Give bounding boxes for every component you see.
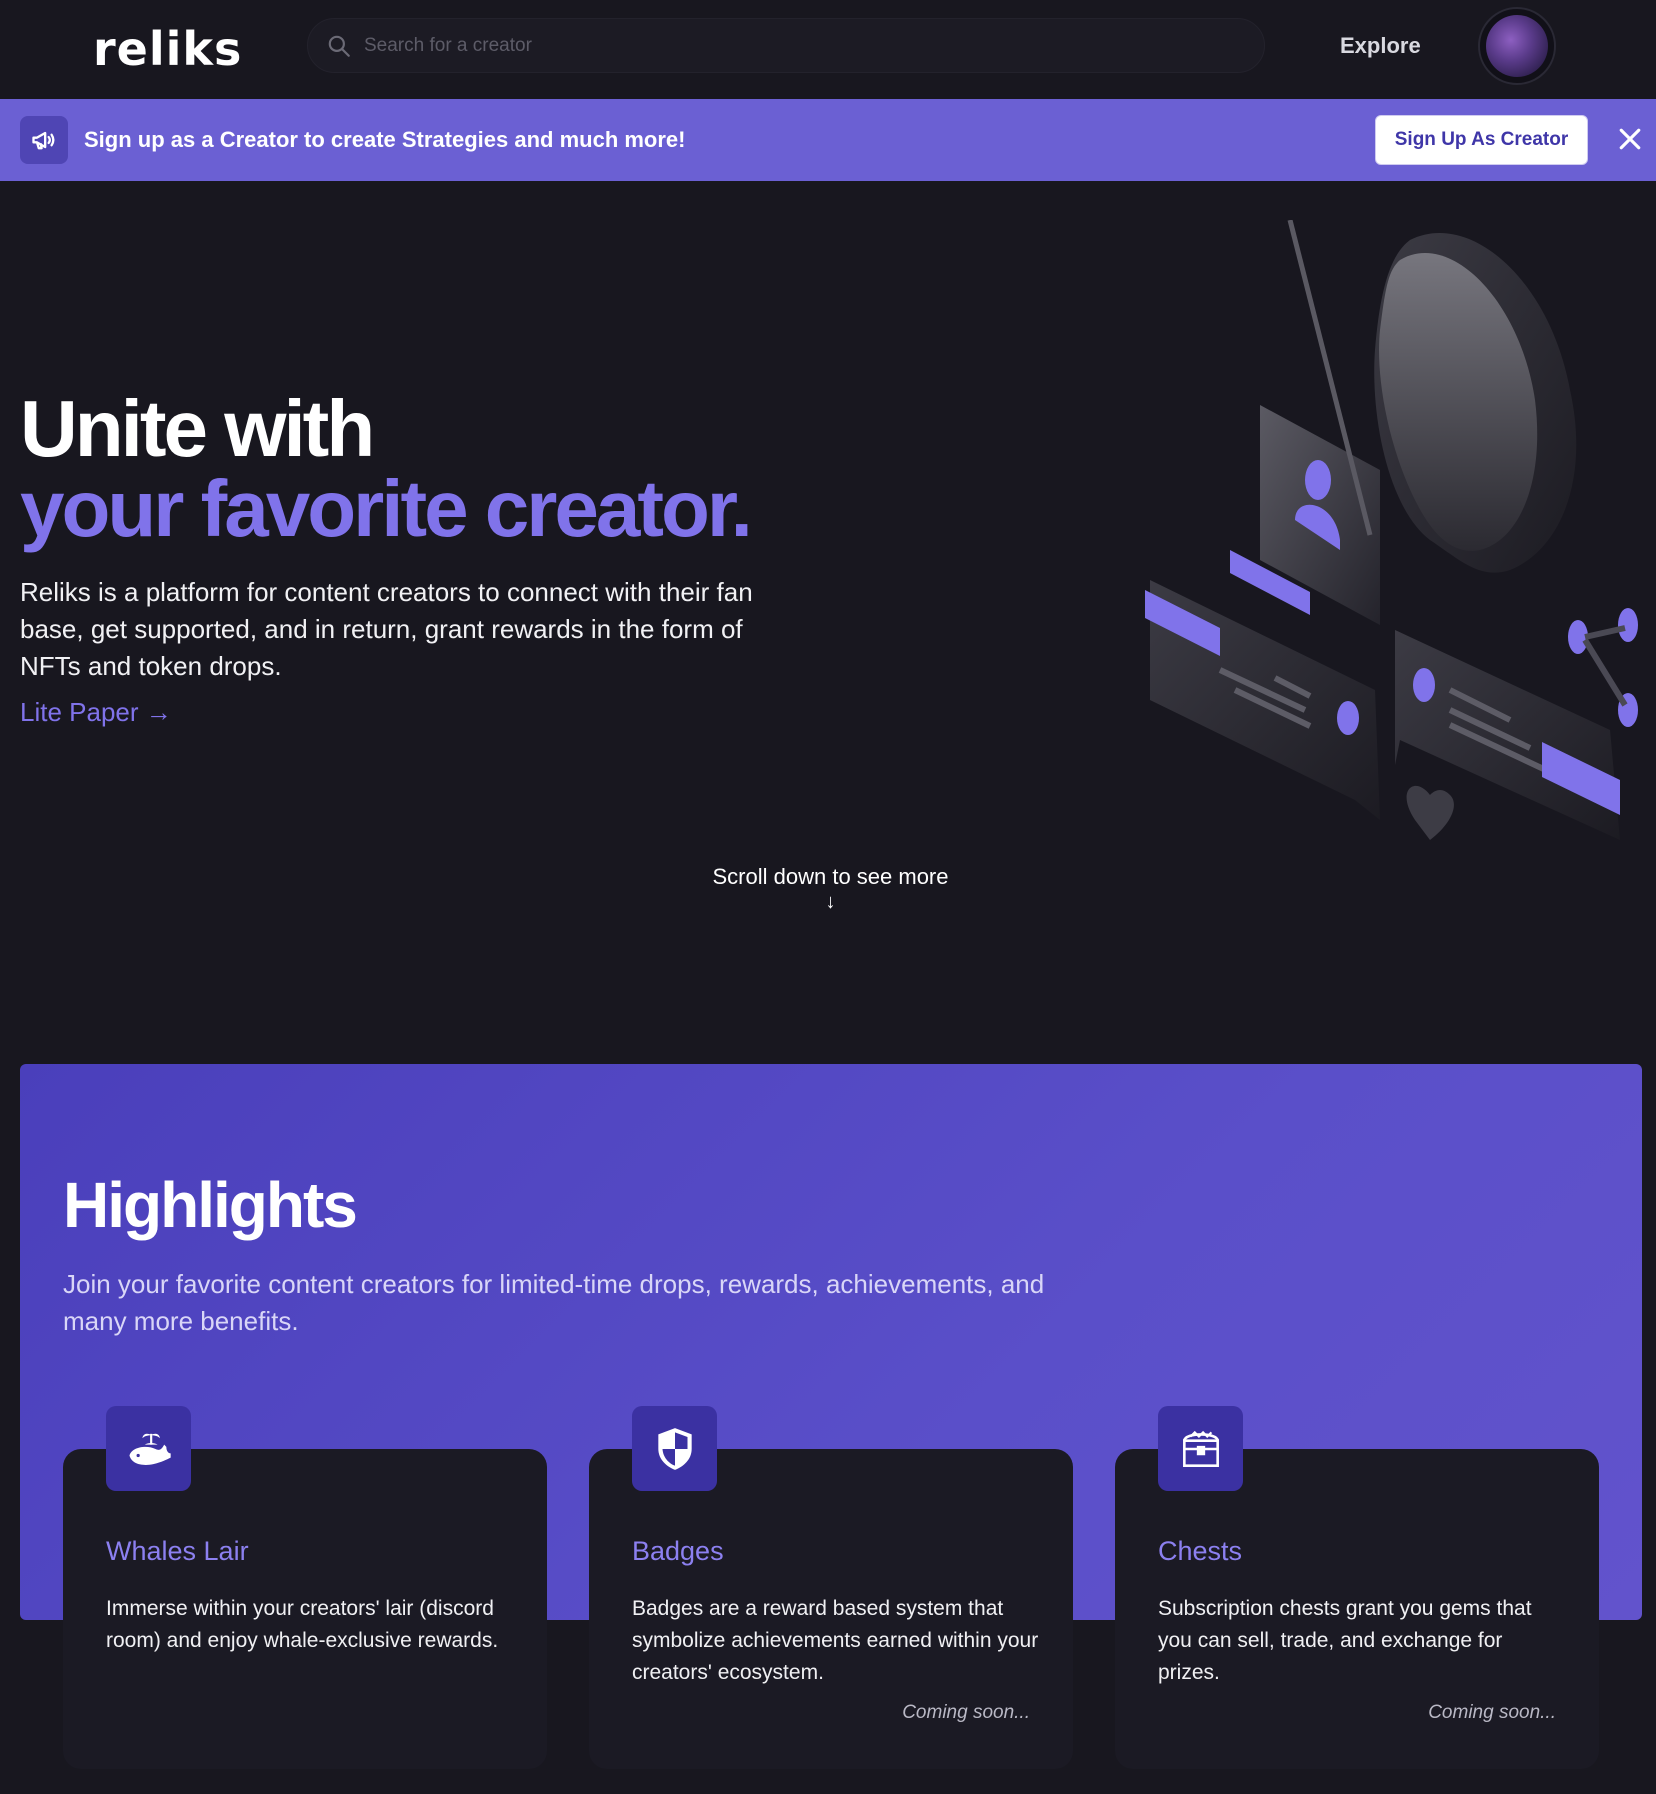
banner-message: Sign up as a Creator to create Strategie… [84,127,686,152]
close-icon[interactable] [1615,124,1645,154]
avatar-image [1486,15,1548,77]
card-text: Subscription chests grant you gems that … [1158,1597,1532,1684]
card-text: Immerse within your creators' lair (disc… [106,1597,499,1652]
search-bar[interactable] [307,18,1265,73]
whale-icon [106,1406,191,1491]
coming-soon-label: Coming soon... [1428,1702,1556,1723]
card-title: Badges [632,1536,724,1566]
top-nav: reliks Explore [0,0,1656,99]
chest-icon [1158,1406,1243,1491]
hero-description: Reliks is a platform for content creator… [20,577,753,681]
scroll-hint: Scroll down to see more [712,864,949,889]
megaphone-icon [20,116,68,164]
hero-title-line1: Unite with [20,384,375,473]
card-title: Chests [1158,1536,1243,1566]
hero-illustration [1145,220,1638,840]
card-text: Badges are a reward based system that sy… [632,1597,1039,1684]
card-title: Whales Lair [106,1536,249,1566]
explore-link[interactable]: Explore [1340,33,1421,59]
lite-paper-link[interactable]: Lite Paper → [20,697,172,728]
scroll-down-icon: ↓ [825,891,836,913]
search-icon [328,35,350,57]
shield-icon [632,1406,717,1491]
highlights-description: Join your favorite content creators for … [63,1269,1045,1336]
search-input[interactable] [364,19,1244,72]
creator-signup-banner: Sign up as a Creator to create Strategie… [0,99,1656,181]
reliks-logo[interactable]: reliks [93,22,242,76]
highlights-title: Highlights [63,1169,358,1241]
user-avatar[interactable] [1478,7,1556,85]
hero-title-line2: your favorite creator. [20,464,753,553]
coming-soon-label: Coming soon... [902,1702,1030,1723]
sign-up-as-creator-button[interactable]: Sign Up As Creator [1375,115,1588,165]
